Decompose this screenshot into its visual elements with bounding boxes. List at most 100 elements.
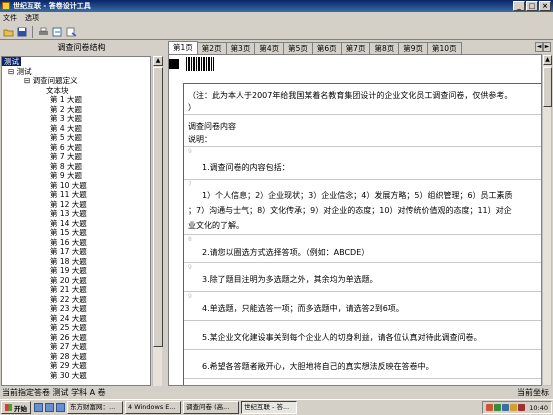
taskbar-item[interactable]: 调查问卷 (高... <box>183 401 239 414</box>
toolbar-separator <box>32 25 33 38</box>
taskbar-item[interactable]: 东方财富网：... <box>67 401 123 414</box>
tree-item-question[interactable]: 第 14 大题 <box>2 219 150 229</box>
answer-line <box>184 291 541 292</box>
tab-page-6[interactable]: 第6页 <box>311 42 342 54</box>
tab-page-10[interactable]: 第10页 <box>427 42 462 54</box>
tree-item-question[interactable]: 第 23 大题 <box>2 304 150 314</box>
menu-file[interactable]: 文件 <box>3 13 17 23</box>
tree-item-question[interactable]: 第 21 大题 <box>2 285 150 295</box>
windows-logo-icon <box>5 404 12 411</box>
tab-page-2[interactable]: 第2页 <box>196 42 227 54</box>
tree-item-question[interactable]: 第 1 大题 <box>2 95 150 105</box>
scroll-up-arrow[interactable]: ▲ <box>543 55 552 65</box>
menubar: 文件 选项 <box>0 12 553 24</box>
tab-page-8[interactable]: 第8页 <box>369 42 400 54</box>
tree-item-question[interactable]: 第 22 大题 <box>2 295 150 305</box>
document-scrollbar[interactable]: ▲ <box>542 54 552 386</box>
tree-item-question[interactable]: 第 20 大题 <box>2 276 150 286</box>
close-button[interactable]: × <box>539 1 551 11</box>
document-line: 5.某企业文化建设事关到每个企业人的切身利益，请各位认真对待此调查问卷。 <box>202 333 482 342</box>
tree-item-question[interactable]: 第 10 大题 <box>2 181 150 191</box>
help-icon[interactable] <box>65 26 77 38</box>
tree-item-question[interactable]: 第 5 大题 <box>2 133 150 143</box>
line-number: 8 <box>188 236 192 243</box>
tree-item-question[interactable]: 第 27 大题 <box>2 342 150 352</box>
document-line: 3.除了题目注明为多选题之外，其余均为单选题。 <box>202 275 378 284</box>
tray-icon[interactable] <box>518 404 526 411</box>
tree-item-question[interactable]: 第 9 大题 <box>2 171 150 181</box>
tree-node-definition[interactable]: ⊟ 调查问题定义 <box>2 76 150 86</box>
tab-page-1[interactable]: 第1页 <box>168 41 198 54</box>
tree-item-question[interactable]: 第 12 大题 <box>2 200 150 210</box>
tree-node-test[interactable]: ⊟ 测试 <box>2 67 150 77</box>
start-button[interactable]: 开始 <box>1 401 31 414</box>
line-number: 7 <box>188 181 192 188</box>
tree-item-question[interactable]: 第 16 大题 <box>2 238 150 248</box>
scroll-up-arrow[interactable]: ▲ <box>153 56 163 66</box>
tab-page-9[interactable]: 第9页 <box>398 42 429 54</box>
taskbar-item[interactable]: 4 Windows E... <box>125 401 181 414</box>
tree-item-question[interactable]: 第 17 大题 <box>2 247 150 257</box>
export-icon[interactable] <box>51 26 63 38</box>
scroll-thumb[interactable] <box>543 67 552 107</box>
tray-icon[interactable] <box>494 404 502 411</box>
tree-item-question[interactable]: 第 3 大题 <box>2 114 150 124</box>
desktop-icon[interactable] <box>45 403 54 412</box>
open-icon[interactable] <box>2 26 14 38</box>
maximize-button[interactable]: □ <box>526 1 538 11</box>
tree-item-question[interactable]: 第 11 大题 <box>2 190 150 200</box>
tab-page-3[interactable]: 第3页 <box>225 42 256 54</box>
scroll-thumb[interactable] <box>153 67 163 347</box>
tray-icon[interactable] <box>502 404 510 411</box>
ie-icon[interactable] <box>34 403 43 412</box>
questionnaire-page: （注：此为本人于2007年给我国某着名教育集团设计的企业文化员工调查问卷，仅供参… <box>183 83 541 385</box>
document-area[interactable]: （注：此为本人于2007年给我国某着名教育集团设计的企业文化员工调查问卷，仅供参… <box>168 54 542 386</box>
line-number: 9 <box>188 264 192 271</box>
tree-item-question[interactable]: 第 25 大题 <box>2 323 150 333</box>
tab-page-4[interactable]: 第4页 <box>254 42 285 54</box>
tree-item-question[interactable]: 第 29 大题 <box>2 361 150 371</box>
window-titlebar: 世纪互联 - 答卷设计工具 _ □ × <box>0 0 553 12</box>
tree-item-question[interactable]: 第 18 大题 <box>2 257 150 267</box>
tree-item-question[interactable]: 第 13 大题 <box>2 209 150 219</box>
tree-item-question[interactable]: 第 28 大题 <box>2 352 150 362</box>
structure-panel: 调查问卷结构 测试 ⊟ 测试 ⊟ 调查问题定义 文本块 第 1 大题第 2 大题… <box>0 41 163 386</box>
tree-item-question[interactable]: 第 30 大题 <box>2 371 150 381</box>
tree-item-question[interactable]: 第 15 大题 <box>2 228 150 238</box>
tab-left-arrow[interactable]: ◄ <box>535 42 543 52</box>
save-icon[interactable] <box>16 26 28 38</box>
minimize-button[interactable]: _ <box>513 1 525 11</box>
tree-item-question[interactable]: 第 4 大题 <box>2 124 150 134</box>
tab-page-5[interactable]: 第5页 <box>283 42 313 54</box>
tab-page-7[interactable]: 第7页 <box>340 42 371 54</box>
tray-icon[interactable] <box>486 404 494 411</box>
answer-line <box>184 146 541 147</box>
tree-scrollbar[interactable]: ▲ <box>152 56 163 386</box>
document-line: （注：此为本人于2007年给我国某着名教育集团设计的企业文化员工调查问卷，仅供参… <box>188 91 513 100</box>
document-line: 业文化的了解。 <box>188 221 244 230</box>
page-tabs: 第1页 第2页 第3页 第4页 第5页 第6页 第7页 第8页 第9页 第10页 ◄ ► <box>168 41 553 54</box>
answer-line <box>184 234 541 235</box>
position-marker <box>169 59 179 69</box>
tab-scroll-arrows: ◄ ► <box>535 42 551 52</box>
tree-item-question[interactable]: 第 26 大题 <box>2 333 150 343</box>
tree-item-question[interactable]: 第 24 大题 <box>2 314 150 324</box>
line-number: 9 <box>188 293 192 300</box>
menu-options[interactable]: 选项 <box>25 13 39 23</box>
print-icon[interactable] <box>37 26 49 38</box>
tree-item-question[interactable]: 第 8 大题 <box>2 162 150 172</box>
structure-tree[interactable]: 测试 ⊟ 测试 ⊟ 调查问题定义 文本块 第 1 大题第 2 大题第 3 大题第… <box>1 56 151 386</box>
tree-item-question[interactable]: 第 6 大题 <box>2 143 150 153</box>
taskbar-item-active[interactable]: 世纪互联 - 答... <box>241 401 297 414</box>
tree-item-question[interactable]: 第 19 大题 <box>2 266 150 276</box>
tab-right-arrow[interactable]: ► <box>543 42 551 52</box>
tree-root[interactable]: 测试 <box>2 57 150 67</box>
tray-icon[interactable] <box>510 404 518 411</box>
status-coordinates: 当前坐标 <box>517 388 549 397</box>
toolbar <box>0 24 553 40</box>
tree-item-question[interactable]: 第 7 大题 <box>2 152 150 162</box>
answer-line <box>184 114 541 115</box>
tree-item-question[interactable]: 第 2 大题 <box>2 105 150 115</box>
media-icon[interactable] <box>56 403 65 412</box>
tree-node-textblock[interactable]: 文本块 <box>2 86 150 96</box>
